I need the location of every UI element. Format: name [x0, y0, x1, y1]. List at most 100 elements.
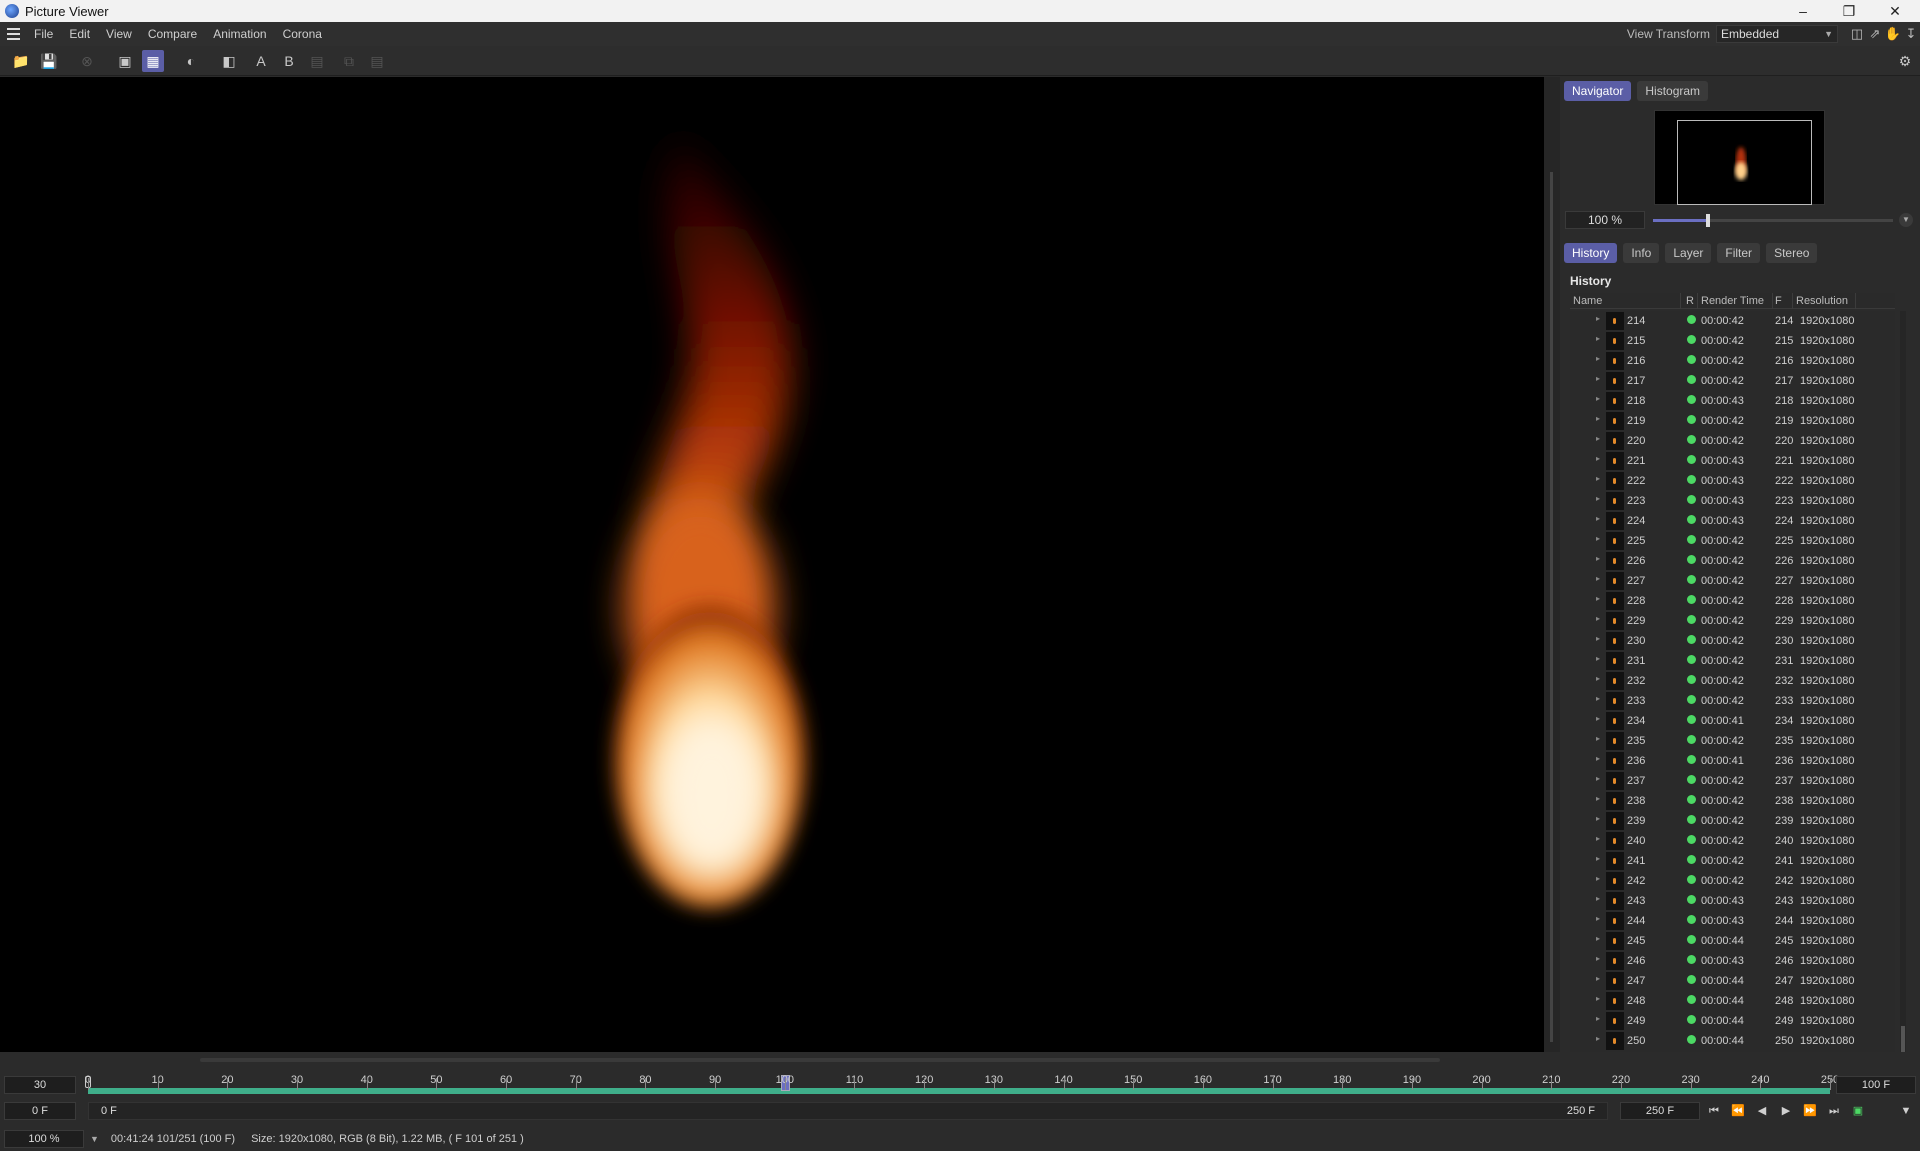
expand-arrow-icon[interactable]: ▸: [1596, 674, 1600, 683]
expand-arrow-icon[interactable]: ▸: [1596, 1034, 1600, 1043]
expand-arrow-icon[interactable]: ▸: [1596, 434, 1600, 443]
column-render-time[interactable]: Render Time: [1701, 295, 1764, 307]
expand-arrow-icon[interactable]: ▸: [1596, 314, 1600, 323]
tab-history[interactable]: History: [1564, 243, 1618, 263]
viewport-scrollbar[interactable]: [1544, 77, 1560, 1052]
expand-arrow-icon[interactable]: ▸: [1596, 494, 1600, 503]
history-row[interactable]: ▸ 233 00:00:42 233 1920x1080: [1570, 691, 1895, 711]
history-row[interactable]: ▸ 238 00:00:42 238 1920x1080: [1570, 791, 1895, 811]
expand-arrow-icon[interactable]: ▸: [1596, 894, 1600, 903]
tab-filter[interactable]: Filter: [1717, 243, 1761, 263]
menu-file[interactable]: File: [26, 27, 61, 41]
play-icon[interactable]: ▶: [1776, 1102, 1796, 1120]
view-transform-select[interactable]: Embedded ▼: [1716, 25, 1838, 43]
expand-arrow-icon[interactable]: ▸: [1596, 854, 1600, 863]
history-row[interactable]: ▸ 224 00:00:43 224 1920x1080: [1570, 511, 1895, 531]
stop-icon[interactable]: ⊗: [76, 50, 98, 72]
history-row[interactable]: ▸ 250 00:00:44 250 1920x1080: [1570, 1031, 1895, 1051]
range-end-field[interactable]: 250 F: [1620, 1102, 1700, 1120]
expand-arrow-icon[interactable]: ▸: [1596, 934, 1600, 943]
viewport-scroll-thumb[interactable]: [1550, 172, 1553, 1042]
zoom-field[interactable]: 100 %: [1565, 211, 1645, 229]
expand-arrow-icon[interactable]: ▸: [1596, 614, 1600, 623]
tab-info[interactable]: Info: [1623, 243, 1660, 263]
history-row[interactable]: ▸ 237 00:00:42 237 1920x1080: [1570, 771, 1895, 791]
region-icon[interactable]: ▣: [114, 50, 136, 72]
range-start-field[interactable]: 0 F: [4, 1102, 76, 1120]
save-icon[interactable]: 💾: [38, 50, 60, 72]
expand-arrow-icon[interactable]: ▸: [1596, 794, 1600, 803]
column-name[interactable]: Name: [1573, 295, 1602, 307]
history-scrollbar[interactable]: [1900, 311, 1906, 1055]
history-row[interactable]: ▸ 248 00:00:44 248 1920x1080: [1570, 991, 1895, 1011]
column-f[interactable]: F: [1775, 295, 1782, 307]
column-r[interactable]: R: [1686, 295, 1694, 307]
hand-icon[interactable]: ✋: [1884, 26, 1902, 42]
expand-arrow-icon[interactable]: ▸: [1596, 534, 1600, 543]
compare-icon[interactable]: ◧: [218, 50, 240, 72]
menu-animation[interactable]: Animation: [205, 27, 274, 41]
expand-arrow-icon[interactable]: ▸: [1596, 734, 1600, 743]
expand-arrow-icon[interactable]: ▸: [1596, 474, 1600, 483]
expand-arrow-icon[interactable]: ▸: [1596, 974, 1600, 983]
history-row[interactable]: ▸ 225 00:00:42 225 1920x1080: [1570, 531, 1895, 551]
expand-arrow-icon[interactable]: ▸: [1596, 454, 1600, 463]
expand-arrow-icon[interactable]: ▸: [1596, 694, 1600, 703]
timeline-ruler[interactable]: 0102030405060708090100110120130140150160…: [85, 1074, 1839, 1096]
popout-icon[interactable]: ⇗: [1866, 26, 1884, 42]
history-row[interactable]: ▸ 236 00:00:41 236 1920x1080: [1570, 751, 1895, 771]
navigator-view-frame[interactable]: [1677, 120, 1812, 205]
current-frame-field[interactable]: 100 F: [1836, 1076, 1916, 1094]
history-row[interactable]: ▸ 242 00:00:42 242 1920x1080: [1570, 871, 1895, 891]
status-zoom-field[interactable]: 100 %: [4, 1130, 84, 1148]
history-row[interactable]: ▸ 243 00:00:43 243 1920x1080: [1570, 891, 1895, 911]
expand-arrow-icon[interactable]: ▸: [1596, 874, 1600, 883]
history-row[interactable]: ▸ 228 00:00:42 228 1920x1080: [1570, 591, 1895, 611]
history-row[interactable]: ▸ 246 00:00:43 246 1920x1080: [1570, 951, 1895, 971]
swap-icon[interactable]: ▤: [306, 50, 328, 72]
expand-arrow-icon[interactable]: ▸: [1596, 994, 1600, 1003]
history-row[interactable]: ▸ 230 00:00:42 230 1920x1080: [1570, 631, 1895, 651]
column-resolution[interactable]: Resolution: [1796, 295, 1848, 307]
step-forward-icon[interactable]: ⏩: [1800, 1102, 1820, 1120]
fps-field[interactable]: 30: [4, 1076, 76, 1094]
expand-arrow-icon[interactable]: ▸: [1596, 334, 1600, 343]
zoom-slider[interactable]: [1653, 214, 1893, 227]
menu-compare[interactable]: Compare: [140, 27, 205, 41]
image-viewport[interactable]: [0, 77, 1544, 1052]
menu-corona[interactable]: Corona: [275, 27, 330, 41]
tab-layer[interactable]: Layer: [1665, 243, 1712, 263]
split-icon[interactable]: ▤: [366, 50, 388, 72]
history-row[interactable]: ▸ 249 00:00:44 249 1920x1080: [1570, 1011, 1895, 1031]
navigator-thumbnail[interactable]: [1654, 110, 1825, 205]
history-row[interactable]: ▸ 244 00:00:43 244 1920x1080: [1570, 911, 1895, 931]
expand-arrow-icon[interactable]: ▸: [1596, 634, 1600, 643]
history-row[interactable]: ▸ 245 00:00:44 245 1920x1080: [1570, 931, 1895, 951]
history-row[interactable]: ▸ 235 00:00:42 235 1920x1080: [1570, 731, 1895, 751]
history-row[interactable]: ▸ 218 00:00:43 218 1920x1080: [1570, 391, 1895, 411]
expand-arrow-icon[interactable]: ▸: [1596, 654, 1600, 663]
history-row[interactable]: ▸ 226 00:00:42 226 1920x1080: [1570, 551, 1895, 571]
range-bar[interactable]: 0 F 250 F: [88, 1102, 1608, 1120]
history-row[interactable]: ▸ 234 00:00:41 234 1920x1080: [1570, 711, 1895, 731]
layout-icon[interactable]: ◫: [1848, 26, 1866, 42]
horizontal-scrollbar[interactable]: [200, 1058, 1440, 1062]
history-row[interactable]: ▸ 231 00:00:42 231 1920x1080: [1570, 651, 1895, 671]
history-scroll-thumb[interactable]: [1901, 1026, 1905, 1054]
minimize-icon[interactable]: –: [1780, 0, 1826, 22]
tab-stereo[interactable]: Stereo: [1766, 243, 1818, 263]
history-row[interactable]: ▸ 232 00:00:42 232 1920x1080: [1570, 671, 1895, 691]
history-row[interactable]: ▸ 216 00:00:42 216 1920x1080: [1570, 351, 1895, 371]
maximize-icon[interactable]: ❐: [1826, 0, 1872, 22]
pin-icon[interactable]: ↧: [1902, 26, 1920, 42]
history-row[interactable]: ▸ 241 00:00:42 241 1920x1080: [1570, 851, 1895, 871]
play-reverse-icon[interactable]: ◀: [1752, 1102, 1772, 1120]
b-button[interactable]: B: [278, 50, 300, 72]
close-icon[interactable]: ✕: [1872, 0, 1918, 22]
expand-arrow-icon[interactable]: ▸: [1596, 954, 1600, 963]
timeline-bar[interactable]: [88, 1088, 1830, 1094]
chevron-down-icon[interactable]: ▼: [1899, 213, 1913, 227]
go-end-icon[interactable]: ⏭: [1824, 1102, 1844, 1120]
history-row[interactable]: ▸ 247 00:00:44 247 1920x1080: [1570, 971, 1895, 991]
expand-arrow-icon[interactable]: ▸: [1596, 774, 1600, 783]
